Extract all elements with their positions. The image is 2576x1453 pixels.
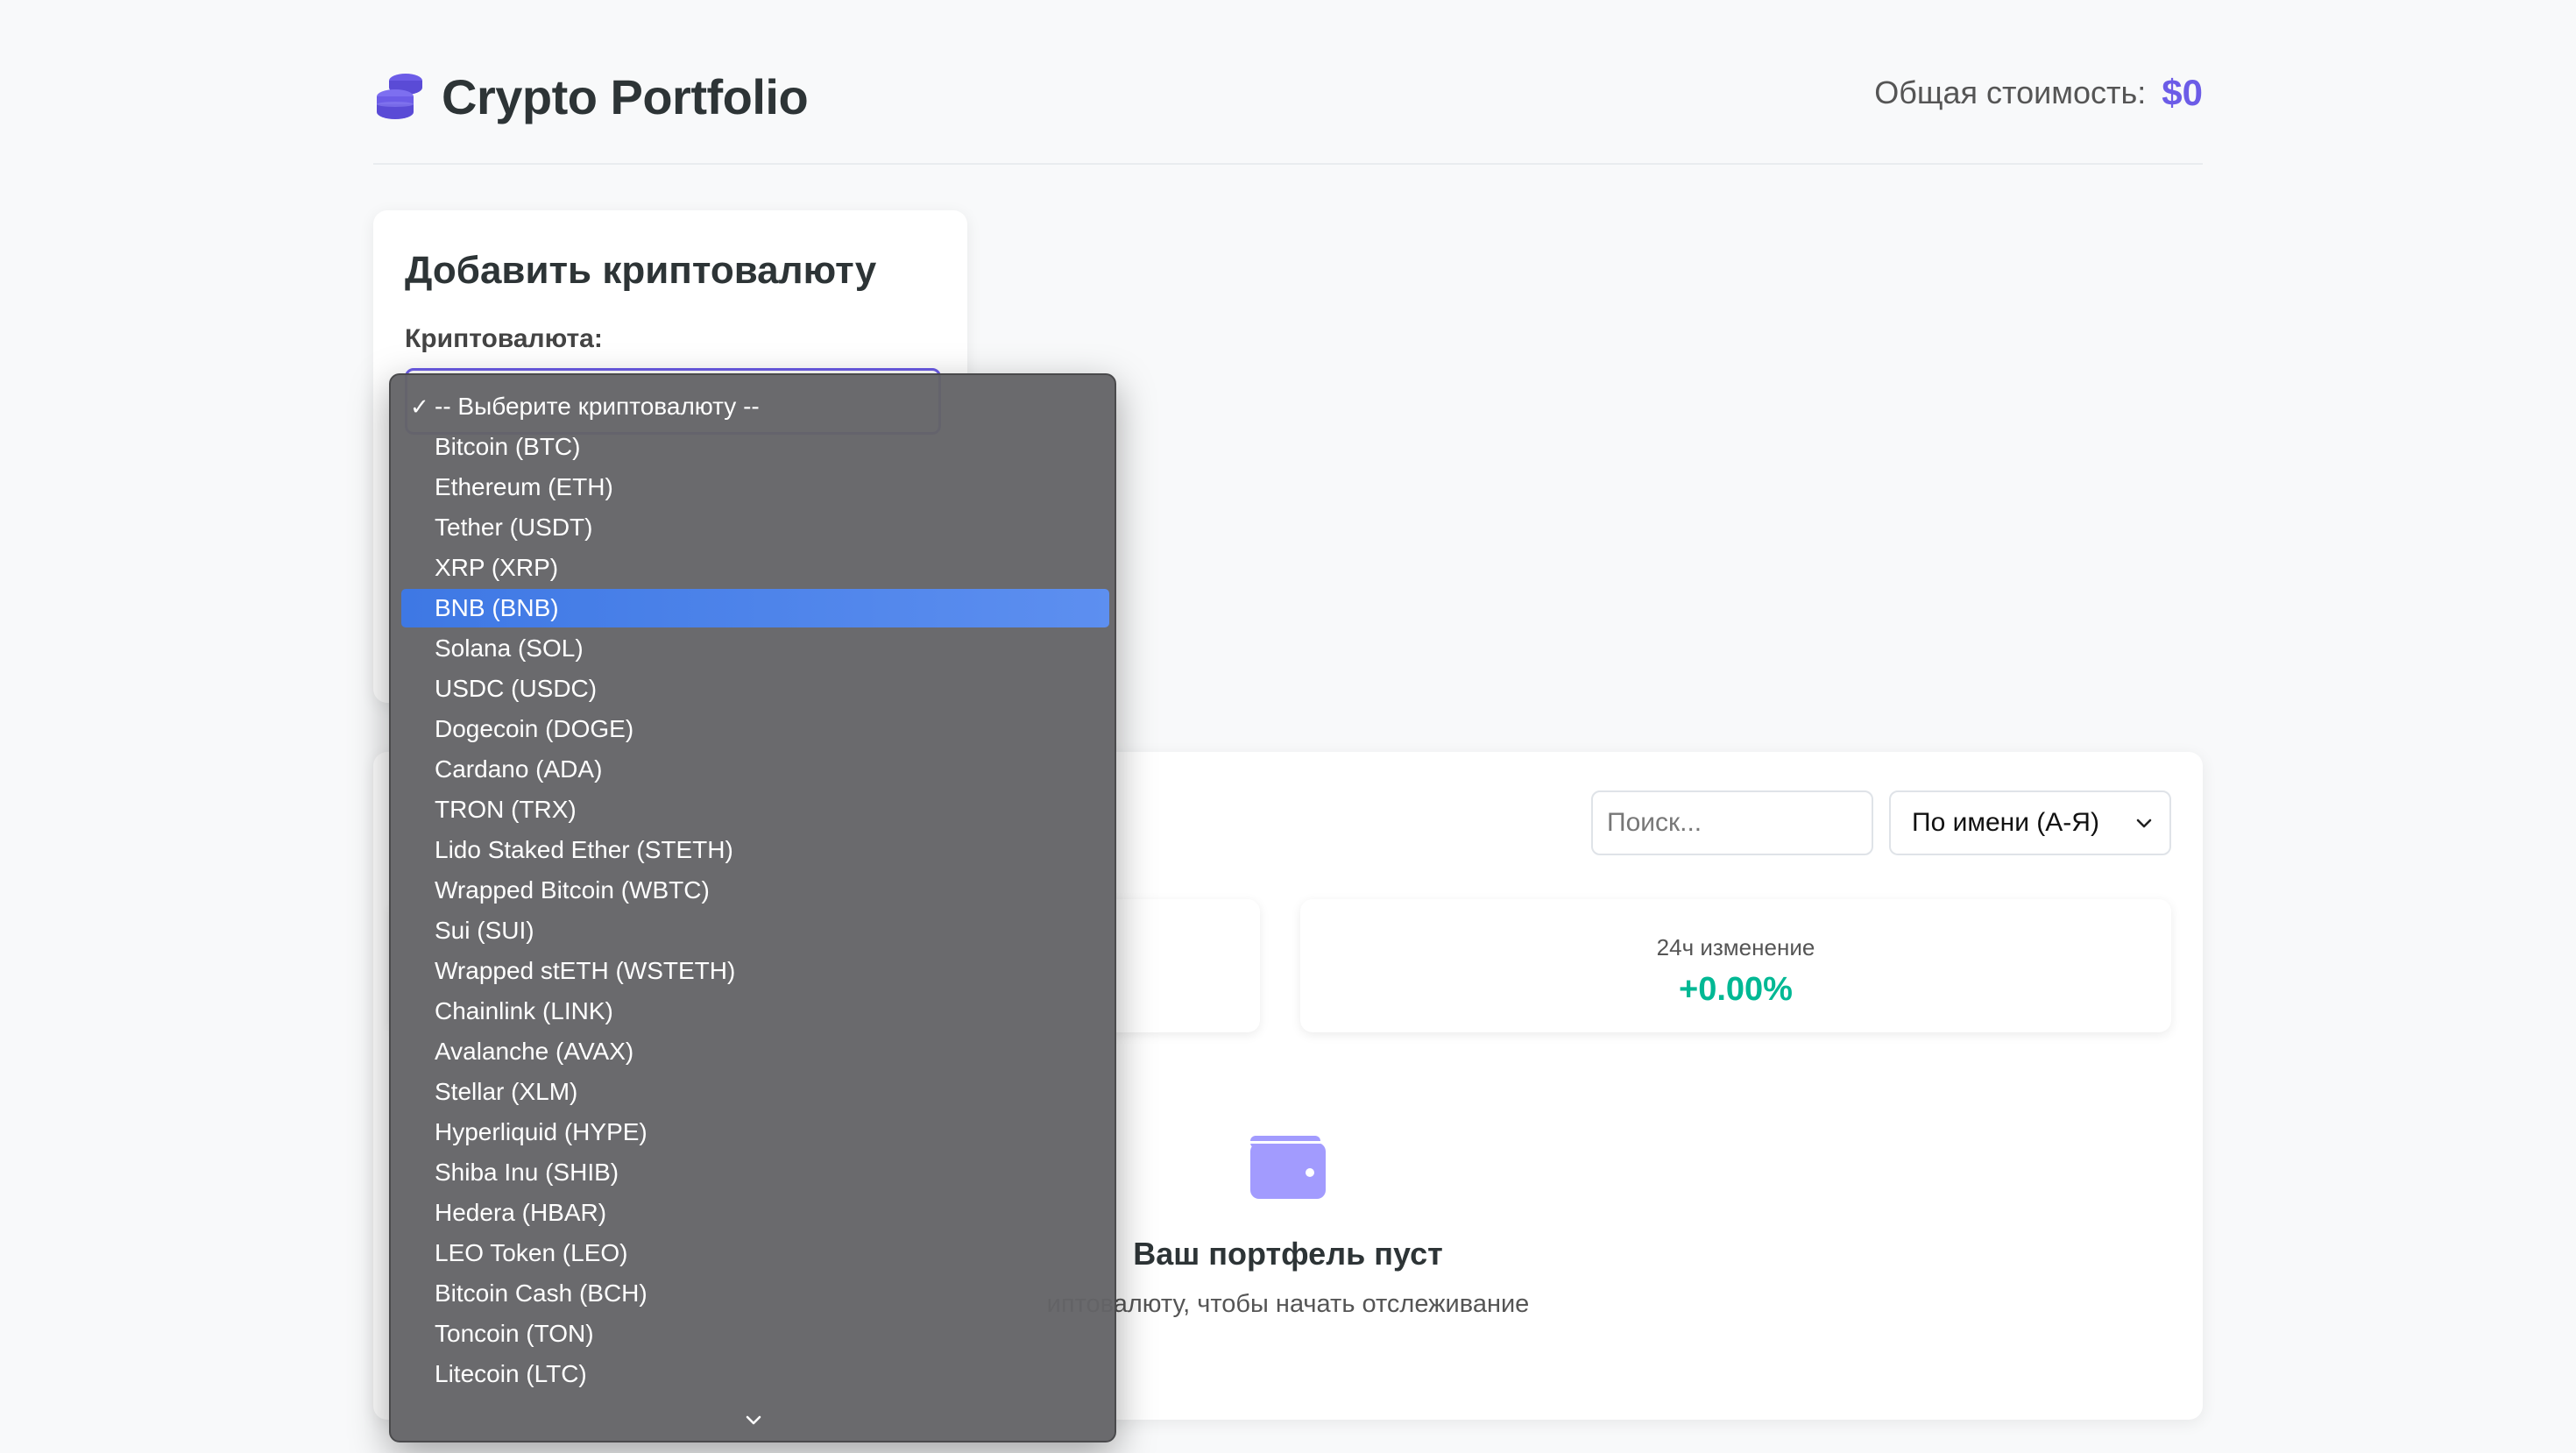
dropdown-option-label: Lido Staked Ether (STETH) <box>435 836 733 863</box>
dropdown-option[interactable]: Wrapped stETH (WSTETH) <box>401 952 1109 990</box>
crypto-field-label: Криптовалюта: <box>405 324 603 353</box>
dropdown-option-label: Bitcoin (BTC) <box>435 433 581 460</box>
check-icon: ✓ <box>410 393 429 420</box>
dropdown-option[interactable]: Wrapped Bitcoin (WBTC) <box>401 871 1109 910</box>
dropdown-option-label: Avalanche (AVAX) <box>435 1038 634 1065</box>
dropdown-option-label: Litecoin (LTC) <box>435 1360 587 1387</box>
dropdown-option-label: Wrapped stETH (WSTETH) <box>435 957 736 984</box>
sort-select[interactable]: По имени (А-Я) <box>1889 790 2171 855</box>
dropdown-option[interactable]: Chainlink (LINK) <box>401 992 1109 1031</box>
chevron-down-icon <box>2136 819 2152 828</box>
dropdown-option[interactable]: Litecoin (LTC) <box>401 1355 1109 1393</box>
dropdown-option[interactable]: Ethereum (ETH) <box>401 468 1109 507</box>
dropdown-option-label: Dogecoin (DOGE) <box>435 715 634 742</box>
dropdown-option[interactable]: LEO Token (LEO) <box>401 1234 1109 1272</box>
dropdown-option[interactable]: Bitcoin Cash (BCH) <box>401 1274 1109 1313</box>
dropdown-option[interactable]: Dogecoin (DOGE) <box>401 710 1109 748</box>
dropdown-option-label: XRP (XRP) <box>435 554 559 581</box>
chevron-down-icon[interactable] <box>741 1411 766 1430</box>
dropdown-option[interactable]: Hyperliquid (HYPE) <box>401 1113 1109 1152</box>
coins-icon <box>377 73 422 119</box>
stat-value: +0.00% <box>1679 971 1793 1008</box>
dropdown-option[interactable]: ✓ -- Выберите криптовалюту -- <box>401 387 1109 426</box>
dropdown-option-label: TRON (TRX) <box>435 796 577 823</box>
dropdown-option-label: Chainlink (LINK) <box>435 997 613 1024</box>
stat-card-24h-change: 24ч изменение +0.00% <box>1300 899 2171 1032</box>
stat-label: 24ч изменение <box>1656 934 1815 960</box>
wallet-icon <box>1250 1136 1326 1199</box>
dropdown-option[interactable]: Bitcoin (BTC) <box>401 428 1109 466</box>
dropdown-option-label: Shiba Inu (SHIB) <box>435 1159 619 1186</box>
dropdown-option-label: Solana (SOL) <box>435 634 584 662</box>
dropdown-option[interactable]: XRP (XRP) <box>401 549 1109 587</box>
dropdown-option-label: Ethereum (ETH) <box>435 473 613 500</box>
dropdown-option[interactable]: Shiba Inu (SHIB) <box>401 1153 1109 1192</box>
total-label: Общая стоимость: <box>1874 74 2147 110</box>
dropdown-option-label: LEO Token (LEO) <box>435 1239 628 1266</box>
dropdown-option-label: BNB (BNB) <box>435 594 559 621</box>
dropdown-option[interactable]: Hedera (HBAR) <box>401 1194 1109 1232</box>
dropdown-option-label: Cardano (ADA) <box>435 755 603 783</box>
dropdown-option[interactable]: Toncoin (TON) <box>401 1315 1109 1353</box>
dropdown-option-label: -- Выберите криптовалюту -- <box>435 393 760 420</box>
dropdown-option-label: Wrapped Bitcoin (WBTC) <box>435 876 710 904</box>
dropdown-option-label: USDC (USDC) <box>435 675 598 702</box>
dropdown-option[interactable]: BNB (BNB) <box>401 589 1109 627</box>
dropdown-option[interactable]: TRON (TRX) <box>401 790 1109 829</box>
dropdown-option-label: Toncoin (TON) <box>435 1320 594 1347</box>
dropdown-option[interactable]: Tether (USDT) <box>401 508 1109 547</box>
dropdown-option[interactable]: Cardano (ADA) <box>401 750 1109 789</box>
add-crypto-title: Добавить криптовалюту <box>405 249 877 292</box>
crypto-dropdown-list[interactable]: Litecoin (LTC) Toncoin (TON) Bitcoin Cash … <box>389 373 1116 1442</box>
total-value: $0 <box>2162 72 2203 113</box>
dropdown-option[interactable]: Stellar (XLM) <box>401 1073 1109 1111</box>
dropdown-option[interactable]: USDC (USDC) <box>401 670 1109 708</box>
dropdown-option-label: Hyperliquid (HYPE) <box>435 1118 648 1145</box>
dropdown-option[interactable]: Lido Staked Ether (STETH) <box>401 831 1109 869</box>
dropdown-option-label: Bitcoin Cash (BCH) <box>435 1279 648 1307</box>
dropdown-option-label: Sui (SUI) <box>435 917 534 944</box>
dropdown-option-label: Hedera (HBAR) <box>435 1199 607 1226</box>
brand: Crypto Portfolio <box>373 68 809 125</box>
dropdown-option-partial <box>401 1395 1109 1411</box>
dropdown-option-label: Stellar (XLM) <box>435 1078 578 1105</box>
dropdown-option-label: Tether (USDT) <box>435 514 593 541</box>
total-value-summary: Общая стоимость: $0 <box>1874 72 2203 114</box>
dropdown-option[interactable]: Solana (SOL) <box>401 629 1109 668</box>
app-header: Crypto Portfolio Общая стоимость: $0 <box>373 53 2203 165</box>
dropdown-option[interactable]: Avalanche (AVAX) <box>401 1032 1109 1071</box>
dropdown-option[interactable]: Sui (SUI) <box>401 911 1109 950</box>
sort-selected-label: По имени (А-Я) <box>1912 808 2099 837</box>
search-input[interactable] <box>1591 790 1873 855</box>
app-title: Crypto Portfolio <box>442 69 809 124</box>
